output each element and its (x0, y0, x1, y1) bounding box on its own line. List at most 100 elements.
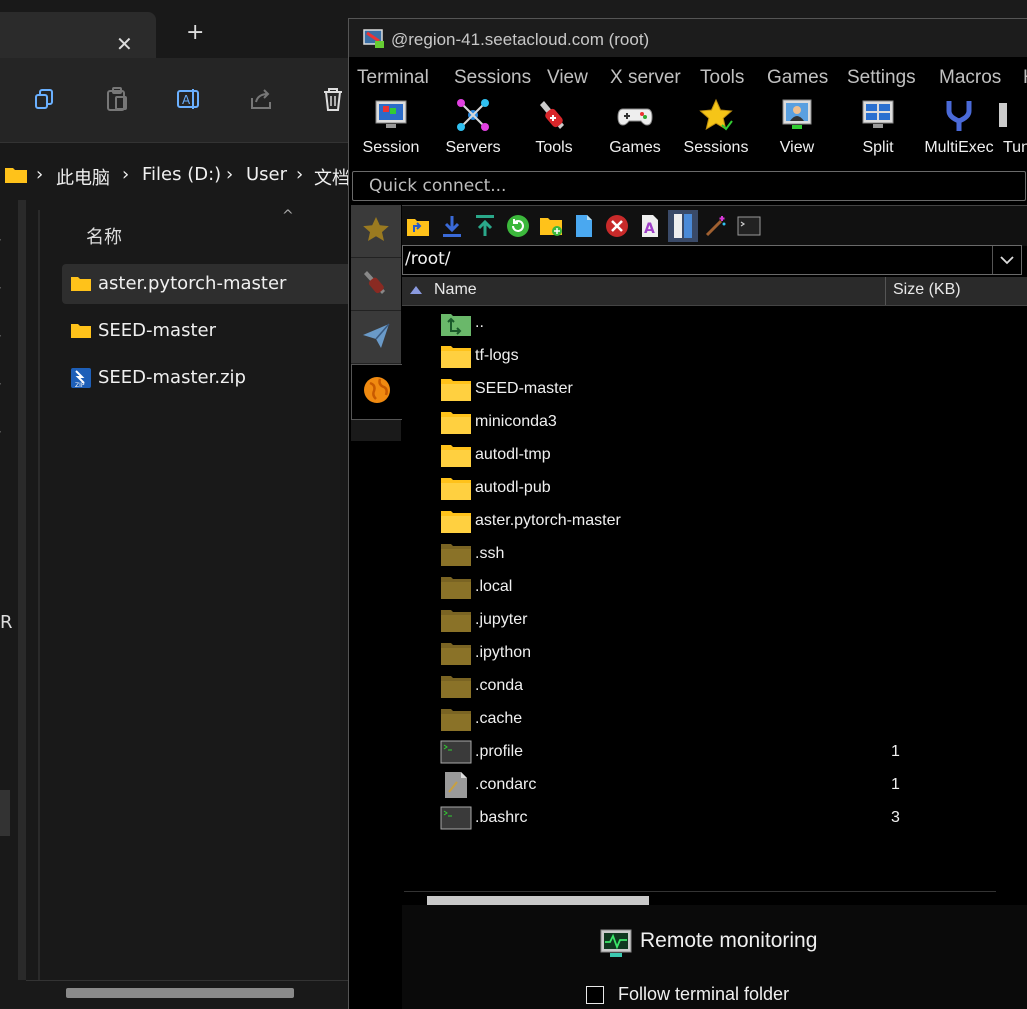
new-tab-button[interactable]: + (186, 22, 204, 44)
servers-button[interactable]: Servers (433, 97, 513, 163)
terminal-icon[interactable] (737, 214, 761, 238)
tools-button[interactable]: Tools (514, 97, 594, 163)
breadcrumb-item-drive[interactable]: Files (D:) (142, 164, 221, 185)
menu-sessions[interactable]: Sessions (454, 67, 531, 89)
follow-terminal-folder-checkbox[interactable] (586, 986, 604, 1004)
explorer-tab[interactable]: ✕ (0, 12, 156, 58)
share-icon[interactable] (248, 86, 274, 112)
menu-help[interactable]: H (1023, 67, 1027, 89)
title-bar[interactable]: @region-41.seetacloud.com (root) (349, 19, 1027, 57)
session-button[interactable]: Session (351, 97, 431, 163)
rename-icon[interactable]: A (638, 214, 662, 238)
tunneling-button[interactable]: Tunn (999, 97, 1027, 163)
parent-folder-icon[interactable] (406, 214, 430, 238)
file-size: 1 (891, 743, 900, 760)
list-item[interactable]: aster.pytorch-master (62, 264, 360, 304)
games-button[interactable]: Games (595, 97, 675, 163)
split-button[interactable]: Split (838, 97, 918, 163)
rename-icon[interactable]: A (176, 86, 202, 112)
menu-x-server[interactable]: X server (610, 67, 681, 89)
column-header-name[interactable]: Name (434, 281, 477, 299)
breadcrumb-item-this-pc[interactable]: 此电脑 (56, 164, 110, 190)
menu-settings[interactable]: Settings (847, 67, 916, 89)
breadcrumb-item-user[interactable]: User (246, 164, 287, 185)
new-file-icon[interactable] (572, 214, 596, 238)
table-row[interactable]: .ssh (402, 537, 1027, 570)
table-row[interactable]: tf-logs (402, 339, 1027, 372)
magic-wand-icon[interactable] (704, 214, 728, 238)
table-row[interactable]: .ipython (402, 636, 1027, 669)
file-name: .. (475, 314, 484, 331)
breadcrumb-sep: › (36, 164, 44, 185)
column-header-name[interactable]: 名称 (86, 223, 122, 249)
table-row[interactable]: .profile 1 (402, 735, 1027, 768)
chevron-right-icon[interactable]: › (0, 232, 6, 248)
breadcrumb: › 此电脑 › Files (D:) › User › 文档 (0, 160, 360, 192)
menu-games[interactable]: Games (767, 67, 828, 89)
table-row[interactable]: miniconda3 (402, 405, 1027, 438)
show-hidden-icon[interactable] (668, 210, 698, 242)
copy-icon[interactable] (32, 86, 58, 112)
globe-icon (364, 377, 390, 403)
table-row[interactable]: SEED-master (402, 372, 1027, 405)
folder-icon (441, 511, 471, 533)
paste-icon[interactable] (104, 86, 130, 112)
table-row[interactable]: .local (402, 570, 1027, 603)
tab-macros[interactable] (351, 311, 401, 364)
table-row[interactable]: .condarc 1 (402, 768, 1027, 801)
remote-path-field[interactable]: /root/ (402, 245, 1022, 275)
view-button[interactable]: View (757, 97, 837, 163)
upload-icon[interactable] (473, 214, 497, 238)
chevron-right-icon[interactable]: › (0, 424, 6, 440)
table-row[interactable]: .. (402, 306, 1027, 339)
multiexec-button[interactable]: MultiExec (919, 97, 999, 163)
table-row[interactable]: .cache (402, 702, 1027, 735)
chevron-right-icon[interactable]: › (0, 280, 6, 296)
sessions-button[interactable]: Sessions (676, 97, 756, 163)
horizontal-scrollbar[interactable] (66, 988, 294, 998)
follow-terminal-folder-label[interactable]: Follow terminal folder (618, 984, 789, 1005)
chevron-down-icon[interactable] (992, 246, 1021, 274)
menu-macros[interactable]: Macros (939, 67, 1001, 89)
tools-label: Tools (535, 139, 573, 156)
delete-icon[interactable] (605, 214, 629, 238)
file-name: .profile (475, 743, 524, 760)
delete-icon[interactable] (320, 86, 346, 112)
remote-monitoring-icon[interactable] (600, 929, 632, 959)
menu-view[interactable]: View (547, 67, 588, 89)
chevron-right-icon[interactable]: › (0, 328, 6, 344)
view-icon (782, 99, 812, 129)
chevron-right-icon[interactable]: › (0, 376, 6, 392)
tab-sessions[interactable] (351, 205, 401, 258)
remote-monitoring-button[interactable]: Remote monitoring (640, 929, 817, 953)
tab-sftp[interactable] (351, 364, 402, 420)
menu-tools[interactable]: Tools (700, 67, 744, 89)
new-folder-icon[interactable] (539, 214, 563, 238)
close-tab-icon[interactable]: ✕ (116, 34, 133, 54)
breadcrumb-sep: › (296, 164, 304, 185)
table-row[interactable]: .conda (402, 669, 1027, 702)
swiss-knife-icon (540, 101, 564, 129)
list-item[interactable]: ZIP SEED-master.zip (62, 358, 360, 398)
table-row[interactable]: autodl-pub (402, 471, 1027, 504)
breadcrumb-item-documents[interactable]: 文档 (314, 164, 350, 190)
download-icon[interactable] (440, 214, 464, 238)
table-row[interactable]: autodl-tmp (402, 438, 1027, 471)
quick-connect-input[interactable] (367, 174, 1011, 198)
nav-selected-item[interactable] (0, 790, 10, 836)
list-item[interactable]: SEED-master (62, 311, 360, 351)
nav-scrollbar[interactable] (18, 200, 26, 980)
table-row[interactable]: .jupyter (402, 603, 1027, 636)
shell-script-icon (440, 806, 472, 830)
column-header-size[interactable]: Size (KB) (893, 281, 961, 299)
pane-divider[interactable] (38, 210, 40, 980)
folder-icon (441, 478, 471, 500)
table-row[interactable]: .bashrc 3 (402, 801, 1027, 834)
refresh-icon[interactable] (506, 214, 530, 238)
file-list-header: Name Size (KB) (402, 277, 1027, 306)
menu-terminal[interactable]: Terminal (357, 67, 429, 89)
tab-tools[interactable] (351, 258, 401, 311)
file-name: .ssh (475, 545, 505, 562)
table-row[interactable]: aster.pytorch-master (402, 504, 1027, 537)
column-separator[interactable] (885, 277, 886, 305)
